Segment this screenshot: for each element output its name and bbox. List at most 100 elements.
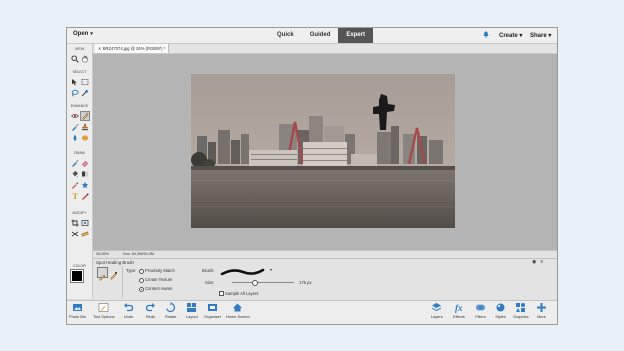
red-eye-tool-icon[interactable] xyxy=(70,111,79,120)
document-tab-bar: ✕ BRZ47074.jpg @ 26% (RGB/8*) * xyxy=(93,44,557,54)
canvas-area[interactable] xyxy=(93,54,557,250)
filters-button[interactable]: Filters xyxy=(475,302,486,324)
create-texture-radio[interactable] xyxy=(139,278,144,283)
undo-button[interactable]: Undo xyxy=(123,302,134,324)
rotate-icon xyxy=(166,302,176,313)
status-bar: 26,06% Doc: 64,3M/64,3M xyxy=(93,250,557,258)
foreground-color-swatch[interactable] xyxy=(70,269,84,283)
document-tab[interactable]: ✕ BRZ47074.jpg @ 26% (RGB/8*) * xyxy=(95,44,170,53)
rotate-button[interactable]: Rotate xyxy=(165,302,176,324)
chevron-down-icon[interactable]: ▾ xyxy=(270,267,272,272)
mode-tabs: Quick Guided Expert xyxy=(269,28,374,43)
eraser-tool-icon[interactable] xyxy=(80,158,89,167)
redo-icon xyxy=(145,303,155,312)
tab-guided[interactable]: Guided xyxy=(302,28,339,43)
open-label: Open xyxy=(73,31,89,37)
editor-window: Open ▾ Quick Guided Expert Create ▾ Share… xyxy=(66,27,558,325)
content-aware-move-tool-icon[interactable] xyxy=(70,229,79,238)
chevron-down-icon: ▾ xyxy=(90,31,93,37)
styles-label: Styles xyxy=(495,314,506,319)
redo-button[interactable]: Redo xyxy=(145,302,156,324)
color-picker-tool-icon[interactable] xyxy=(70,180,79,189)
marquee-tool-icon[interactable] xyxy=(80,77,89,86)
straighten-tool-icon[interactable] xyxy=(80,229,89,238)
size-slider-knob[interactable] xyxy=(252,280,258,286)
top-bar: Open ▾ Quick Guided Expert Create ▾ Share… xyxy=(67,28,557,44)
sample-all-layers-label: Sample All Layers xyxy=(225,290,259,296)
help-icon[interactable]: ◉ xyxy=(532,259,536,265)
sample-all-layers-checkbox[interactable] xyxy=(219,291,225,297)
share-label: Share xyxy=(530,33,547,39)
open-menu[interactable]: Open ▾ xyxy=(73,31,93,37)
proximity-match-radio[interactable] xyxy=(139,269,144,274)
filters-label: Filters xyxy=(475,314,486,319)
spot-healing-brush-option-icon[interactable] xyxy=(97,267,108,281)
options-panel-controls: ◉ ≡ xyxy=(532,259,543,265)
tool-options-label: Tool Options xyxy=(93,314,115,319)
section-select: SELECT xyxy=(72,70,87,74)
crop-tool-icon[interactable] xyxy=(70,218,79,227)
section-view: VIEW xyxy=(74,47,85,51)
toolbox: VIEW SELECT ENHANCE DRAW T MODIFY COLOR xyxy=(67,44,93,299)
chevron-down-icon: ▾ xyxy=(548,33,552,39)
create-label: Create xyxy=(499,33,518,39)
layers-icon xyxy=(432,303,442,312)
create-menu[interactable]: Create ▾ xyxy=(499,32,522,39)
effects-button[interactable]: fx Effects xyxy=(453,302,465,324)
quick-selection-tool-icon[interactable] xyxy=(80,88,89,97)
panel-menu-icon[interactable]: ≡ xyxy=(540,259,543,265)
custom-shape-tool-icon[interactable] xyxy=(80,180,89,189)
more-icon xyxy=(537,303,546,312)
type-tool-icon[interactable]: T xyxy=(70,191,79,200)
blur-tool-icon[interactable] xyxy=(70,133,79,142)
smart-brush-tool-icon[interactable] xyxy=(70,122,79,131)
spot-healing-brush-icon[interactable] xyxy=(80,111,90,121)
proximity-match-label: Proximity Match xyxy=(145,268,175,273)
paint-bucket-tool-icon[interactable] xyxy=(70,169,79,178)
size-slider-track[interactable] xyxy=(232,282,294,283)
photo-bin-label: Photo Bin xyxy=(69,314,86,319)
styles-button[interactable]: Styles xyxy=(495,302,506,324)
organizer-label: Organizer xyxy=(204,314,222,319)
section-enhance: ENHANCE xyxy=(70,104,89,108)
pencil-tool-icon[interactable] xyxy=(80,191,89,200)
clone-stamp-tool-icon[interactable] xyxy=(80,122,89,131)
organizer-icon xyxy=(208,304,218,311)
brush-tool-icon[interactable] xyxy=(70,158,79,167)
more-button[interactable]: More xyxy=(536,302,547,324)
document-tab-title: BRZ47074.jpg @ 26% (RGB/8*) * xyxy=(102,46,166,51)
tool-options-button[interactable]: Tool Options xyxy=(93,302,115,324)
zoom-tool-icon[interactable] xyxy=(70,54,79,63)
graphics-button[interactable]: Graphics xyxy=(513,302,529,324)
photo-bin-button[interactable]: Photo Bin xyxy=(69,302,86,324)
size-value: 175 px xyxy=(299,280,312,285)
graphics-label: Graphics xyxy=(513,314,529,319)
more-label: More xyxy=(537,314,546,319)
content-aware-radio[interactable] xyxy=(139,287,144,292)
lasso-tool-icon[interactable] xyxy=(70,88,79,97)
gradient-tool-icon[interactable] xyxy=(80,169,89,178)
tab-quick[interactable]: Quick xyxy=(269,28,302,43)
photo-image[interactable] xyxy=(191,74,455,228)
brush-preset-picker[interactable] xyxy=(219,264,267,276)
layout-icon xyxy=(187,303,197,312)
home-screen-button[interactable]: Home Screen xyxy=(226,302,250,324)
svg-text:T: T xyxy=(72,192,78,200)
organizer-button[interactable]: Organizer xyxy=(204,302,221,324)
undo-icon xyxy=(124,303,134,312)
sponge-tool-icon[interactable] xyxy=(80,133,89,142)
move-tool-icon[interactable] xyxy=(70,77,79,86)
recompose-tool-icon[interactable] xyxy=(80,218,89,227)
size-label: Size: xyxy=(205,280,215,285)
layout-button[interactable]: Layout xyxy=(186,302,198,324)
layout-label: Layout xyxy=(186,314,198,319)
bell-icon[interactable] xyxy=(483,31,489,38)
tab-expert[interactable]: Expert xyxy=(338,28,374,43)
filters-icon xyxy=(476,304,485,311)
share-menu[interactable]: Share ▾ xyxy=(530,32,551,39)
create-texture-label: Create Texture xyxy=(145,277,173,282)
healing-brush-option-icon[interactable] xyxy=(109,267,118,280)
layers-button[interactable]: Layers xyxy=(431,302,443,324)
home-screen-label: Home Screen xyxy=(226,314,250,319)
hand-tool-icon[interactable] xyxy=(80,54,89,63)
